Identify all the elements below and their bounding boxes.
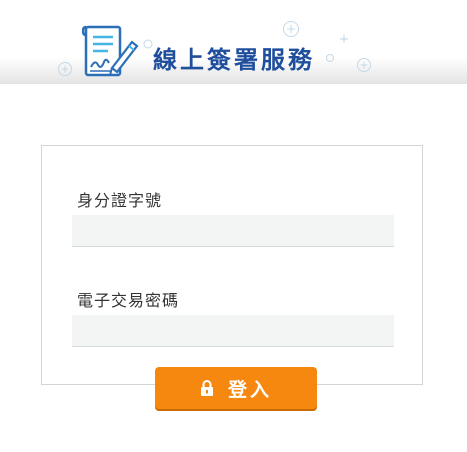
decoration-plus-circle-icon	[283, 21, 299, 37]
decoration-sparkle-icon	[340, 35, 348, 43]
login-button-label: 登入	[227, 378, 272, 401]
decoration-circle-icon	[326, 54, 334, 62]
id-number-input[interactable]	[72, 215, 394, 247]
id-number-label: 身分證字號	[77, 191, 163, 210]
document-signing-logo-icon	[82, 25, 139, 77]
login-form-card: 身分證字號 電子交易密碼	[41, 145, 423, 385]
transaction-password-input[interactable]	[72, 315, 394, 347]
page: 線上簽署服務 身分證字號 電子交易密碼 登入	[0, 0, 467, 452]
header-banner: 線上簽署服務	[0, 0, 467, 84]
login-button[interactable]: 登入	[155, 367, 317, 409]
lock-icon	[200, 380, 213, 396]
transaction-password-label: 電子交易密碼	[77, 291, 180, 310]
page-title: 線上簽署服務	[153, 46, 315, 74]
decoration-plus-circle-icon	[357, 58, 371, 72]
decoration-plus-circle-icon	[58, 62, 72, 76]
